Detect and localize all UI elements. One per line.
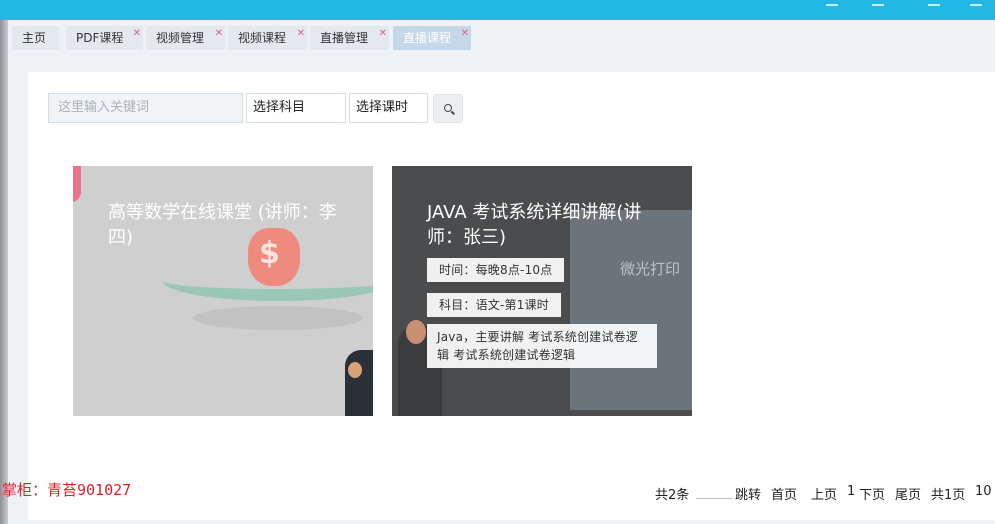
tab-video-courses[interactable]: 视频课程 ✕ [228, 26, 307, 50]
last-page-link[interactable]: 尾页 [895, 484, 921, 503]
tab-label: 视频课程 [238, 31, 287, 45]
close-icon[interactable]: ✕ [133, 22, 141, 46]
search-input[interactable]: 这里输入关键词 [48, 93, 243, 123]
jump-button[interactable]: 跳转 [735, 484, 761, 503]
subject-select[interactable]: 选择科目 [246, 93, 346, 123]
course-card[interactable]: $ 高等数学在线课堂 (讲师：李四) [73, 166, 373, 416]
course-description: Java，主要讲解 考试系统创建试卷逻辑 考试系统创建试卷逻辑 [427, 324, 657, 368]
course-title: JAVA 考试系统详细讲解(讲师：张三) [427, 202, 642, 248]
tab-pdf-courses[interactable]: PDF课程 ✕ [66, 26, 143, 50]
thumbnail-person [345, 350, 373, 416]
thumbnail-decoration [193, 306, 363, 330]
tab-label: PDF课程 [76, 31, 124, 45]
shop-owner-label: 掌柜：青苔901027 [2, 481, 132, 499]
total-count: 共2条 [655, 488, 690, 503]
thumbnail-head [406, 320, 426, 344]
current-page: 1 [847, 484, 856, 499]
left-edge [0, 20, 8, 524]
thumbnail-decoration [73, 166, 81, 202]
tab-live-courses[interactable]: 直播课程 ✕ [393, 26, 471, 50]
top-icon-3[interactable] [928, 0, 940, 6]
tab-live-manage[interactable]: 直播管理 ✕ [310, 26, 389, 50]
total-pages: 共1页 [931, 488, 966, 503]
tab-label: 视频管理 [156, 31, 205, 45]
tab-label: 主页 [22, 31, 47, 45]
top-icon-2[interactable] [872, 0, 884, 6]
close-icon[interactable]: ✕ [215, 22, 223, 46]
search-button[interactable] [433, 94, 463, 123]
jump-page-input[interactable] [696, 484, 732, 499]
first-page-link[interactable]: 首页 [771, 484, 797, 503]
thumbnail-screen-text: 微光打印 [620, 260, 681, 278]
tab-home[interactable]: 主页 [12, 26, 59, 50]
course-card[interactable]: 微光打印 JAVA 考试系统详细讲解(讲师：张三) 时间：每晚8点-10点 科目… [392, 166, 692, 416]
tab-label: 直播课程 [403, 31, 452, 45]
top-icon-4[interactable] [970, 0, 982, 6]
course-time: 时间：每晚8点-10点 [427, 258, 565, 282]
close-icon[interactable]: ✕ [461, 22, 469, 46]
page-size[interactable]: 10 [975, 484, 992, 499]
main-panel: 这里输入关键词 选择科目 选择课时 $ 高等数学在线课堂 (讲师：李四) 微光打… [28, 72, 995, 520]
close-icon[interactable]: ✕ [297, 22, 305, 46]
search-icon [444, 104, 452, 112]
prev-page-link[interactable]: 上页 [811, 484, 837, 503]
course-subject: 科目：语文-第1课时 [427, 293, 561, 317]
tab-label: 直播管理 [320, 31, 369, 45]
top-icon-1[interactable] [826, 0, 838, 6]
period-select[interactable]: 选择课时 [349, 93, 428, 123]
tab-video-manage[interactable]: 视频管理 ✕ [146, 26, 225, 50]
thumbnail-hand [348, 362, 362, 378]
close-icon[interactable]: ✕ [379, 22, 387, 46]
top-bar [0, 0, 995, 20]
next-page-link[interactable]: 下页 [859, 484, 885, 503]
course-title: 高等数学在线课堂 (讲师：李四) [108, 202, 337, 248]
